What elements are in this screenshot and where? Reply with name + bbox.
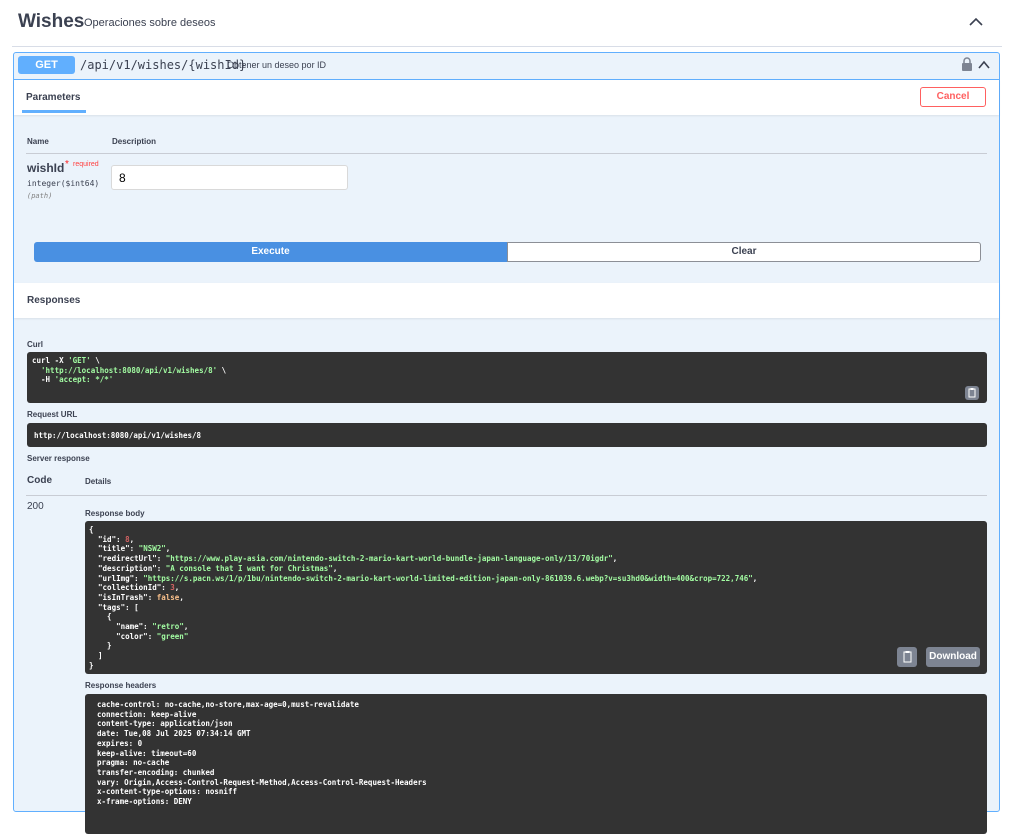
tag-header[interactable]: Wishes Operaciones sobre deseos: [12, 0, 1002, 47]
body-tag-color: green: [161, 631, 184, 641]
responses-header: Responses: [14, 283, 999, 318]
chevron-up-icon[interactable]: [968, 14, 984, 30]
clear-button[interactable]: Clear: [507, 242, 981, 262]
body-id: 8: [125, 534, 130, 544]
response-headers: cache-control: no-cache,no-store,max-age…: [85, 694, 987, 834]
execute-button[interactable]: Execute: [34, 242, 507, 262]
header-line: x-frame-options: DENY: [97, 797, 192, 807]
body-redirect-url: https://www.play-asia.com/nintendo-switc…: [170, 554, 609, 564]
execute-wrapper: Execute Clear: [34, 242, 981, 262]
body-is-in-trash: false: [156, 592, 180, 602]
column-name: Name: [27, 137, 49, 146]
body-collection-id: 3: [170, 583, 175, 593]
response-body-label: Response body: [85, 509, 145, 518]
header-line: transfer-encoding: chunked: [97, 767, 215, 777]
curl-line: curl -X 'GET' \: [32, 356, 100, 365]
cancel-button[interactable]: Cancel: [920, 87, 986, 107]
header-line: connection: keep-alive: [97, 709, 197, 719]
required-star: *: [65, 159, 69, 170]
operation-path: /api/v1/wishes/{wishId}: [80, 58, 247, 72]
column-code: Code: [27, 475, 52, 486]
header-line: x-content-type-options: nosniff: [97, 787, 237, 797]
operation-summary-text: Obtener un deseo por ID: [227, 60, 327, 70]
curl-line: 'http://localhost:8080/api/v1/wishes/8' …: [41, 365, 227, 375]
tab-parameters[interactable]: Parameters: [26, 92, 80, 103]
curl-box: curl -X 'GET' \ 'http://localhost:8080/a…: [27, 352, 987, 403]
header-line: content-type: application/json: [97, 719, 233, 729]
header-line: vary: Origin,Access-Control-Request-Meth…: [97, 777, 427, 787]
required-label: required: [73, 161, 99, 168]
operation-summary[interactable]: GET /api/v1/wishes/{wishId} Obtener un d…: [14, 53, 999, 80]
column-details: Details: [85, 477, 112, 486]
tab-underline: [22, 110, 86, 113]
column-description: Description: [112, 137, 157, 146]
lock-icon[interactable]: [961, 57, 973, 71]
tag-description: Operaciones sobre deseos: [84, 17, 216, 29]
header-line: keep-alive: timeout=60: [97, 748, 197, 758]
method-badge: GET: [18, 56, 75, 74]
wishid-input[interactable]: [111, 165, 348, 190]
response-body: { "id": 8, "title": "NSW2", "redirectUrl…: [85, 521, 987, 674]
body-title: NSW2: [143, 544, 162, 554]
copy-icon[interactable]: [965, 386, 979, 400]
download-button[interactable]: Download: [926, 647, 980, 667]
header-line: pragma: no-cache: [97, 758, 170, 768]
param-name: wishId: [27, 161, 65, 175]
request-url-label: Request URL: [27, 410, 78, 419]
request-url: http://localhost:8080/api/v1/wishes/8: [27, 423, 987, 447]
param-type: integer($int64): [27, 179, 100, 188]
server-response-label: Server response: [27, 454, 90, 463]
copy-icon[interactable]: [897, 647, 917, 667]
tag-title: Wishes: [18, 11, 85, 32]
divider: [26, 153, 987, 154]
responses-title: Responses: [27, 295, 81, 306]
curl-label: Curl: [27, 340, 43, 349]
response-headers-label: Response headers: [85, 681, 157, 690]
header-line: expires: 0: [97, 738, 143, 748]
body-tag-name: retro: [156, 622, 180, 632]
header-line: date: Tue,08 Jul 2025 07:34:14 GMT: [97, 729, 251, 739]
chevron-up-icon[interactable]: [977, 58, 991, 72]
body-url-img: https://s.pacn.ws/1/p/1bu/nintendo-switc…: [147, 573, 749, 583]
body-description: A console that I want for Christmas: [170, 563, 329, 573]
divider: [26, 495, 987, 496]
response-code: 200: [27, 501, 44, 512]
header-line: cache-control: no-cache,no-store,max-age…: [97, 700, 359, 709]
param-location: (path): [27, 192, 53, 200]
parameters-header: Parameters Cancel: [14, 80, 999, 115]
curl-line: -H 'accept: */*': [32, 375, 114, 385]
operation-block: GET /api/v1/wishes/{wishId} Obtener un d…: [13, 52, 1000, 834]
